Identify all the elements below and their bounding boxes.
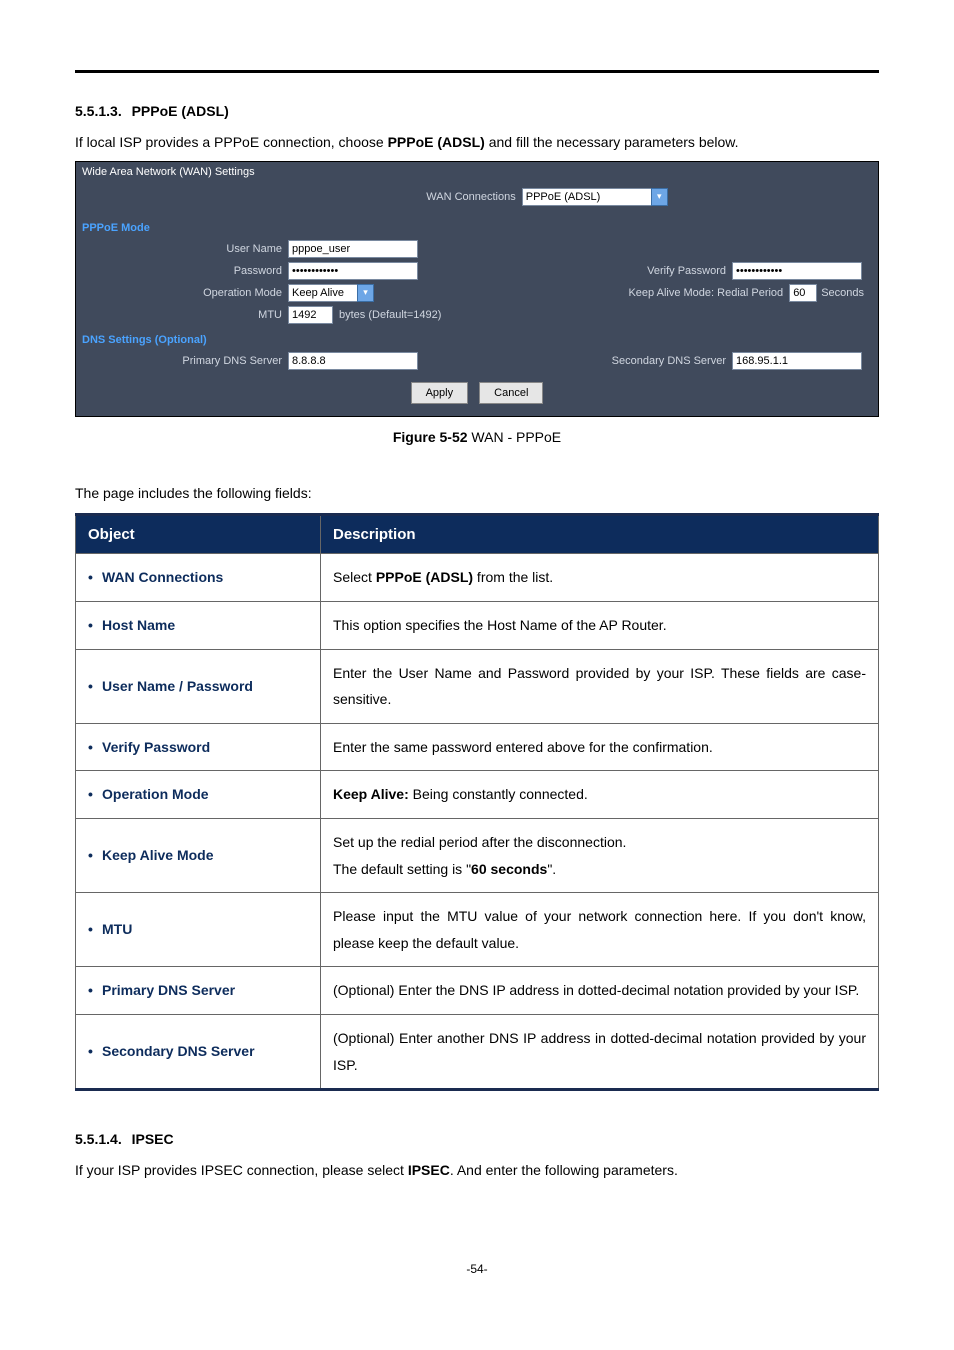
user-name-label: User Name — [82, 243, 288, 255]
header-description: Description — [321, 515, 879, 554]
section-title: PPPoE (ADSL) — [132, 103, 229, 119]
verify-password-label: Verify Password — [647, 265, 732, 277]
intro-paragraph: If local ISP provides a PPPoE connection… — [75, 131, 879, 153]
chevron-down-icon[interactable]: ▾ — [357, 284, 374, 302]
figure-caption: Figure 5-52 WAN - PPPoE — [75, 429, 879, 445]
primary-dns-input[interactable] — [288, 352, 418, 370]
top-divider — [75, 70, 879, 73]
table-row: •Operation Mode Keep Alive: Being consta… — [76, 771, 879, 819]
section-title: IPSEC — [132, 1131, 174, 1147]
primary-dns-label: Primary DNS Server — [82, 355, 288, 367]
wan-connections-label: WAN Connections — [426, 191, 521, 203]
secondary-dns-input[interactable] — [732, 352, 862, 370]
panel-title: Wide Area Network (WAN) Settings — [76, 162, 878, 184]
section-heading-pppoe: 5.5.1.3. PPPoE (ADSL) — [75, 103, 879, 119]
operation-mode-label: Operation Mode — [82, 287, 288, 299]
section-heading-ipsec: 5.5.1.4. IPSEC — [75, 1131, 879, 1147]
table-row: •Verify Password Enter the same password… — [76, 723, 879, 771]
table-row: •Host Name This option specifies the Hos… — [76, 601, 879, 649]
verify-password-input[interactable] — [732, 262, 862, 280]
description-table: Object Description •WAN Connections Sele… — [75, 513, 879, 1091]
redial-period-input[interactable] — [789, 284, 817, 302]
header-object: Object — [76, 515, 321, 554]
dns-settings-header: DNS Settings (Optional) — [76, 326, 878, 350]
secondary-dns-label: Secondary DNS Server — [612, 355, 732, 367]
seconds-label: Seconds — [817, 287, 872, 299]
operation-mode-select[interactable] — [288, 284, 358, 302]
table-row: •WAN Connections Select PPPoE (ADSL) fro… — [76, 554, 879, 602]
table-row: •Keep Alive Mode Set up the redial perio… — [76, 818, 879, 892]
mtu-label: MTU — [82, 309, 288, 321]
page-number: -54- — [75, 1262, 879, 1276]
password-input[interactable] — [288, 262, 418, 280]
section-number: 5.5.1.3. — [75, 103, 122, 119]
table-row: •User Name / Password Enter the User Nam… — [76, 649, 879, 723]
table-row: •MTU Please input the MTU value of your … — [76, 893, 879, 967]
mtu-hint: bytes (Default=1492) — [333, 309, 447, 321]
wan-settings-panel: Wide Area Network (WAN) Settings WAN Con… — [75, 161, 879, 417]
user-name-input[interactable] — [288, 240, 418, 258]
password-label: Password — [82, 265, 288, 277]
wan-connections-select[interactable] — [522, 188, 652, 206]
table-row: •Secondary DNS Server (Optional) Enter a… — [76, 1014, 879, 1089]
ipsec-intro: If your ISP provides IPSEC connection, p… — [75, 1159, 879, 1181]
apply-button[interactable]: Apply — [411, 382, 469, 404]
pppoe-mode-header: PPPoE Mode — [76, 214, 878, 238]
cancel-button[interactable]: Cancel — [479, 382, 543, 404]
section-number: 5.5.1.4. — [75, 1131, 122, 1147]
chevron-down-icon[interactable]: ▾ — [651, 188, 668, 206]
mtu-input[interactable] — [288, 306, 333, 324]
table-header-row: Object Description — [76, 515, 879, 554]
keep-alive-redial-label: Keep Alive Mode: Redial Period — [628, 287, 789, 299]
table-row: •Primary DNS Server (Optional) Enter the… — [76, 967, 879, 1015]
fields-intro: The page includes the following fields: — [75, 485, 879, 501]
